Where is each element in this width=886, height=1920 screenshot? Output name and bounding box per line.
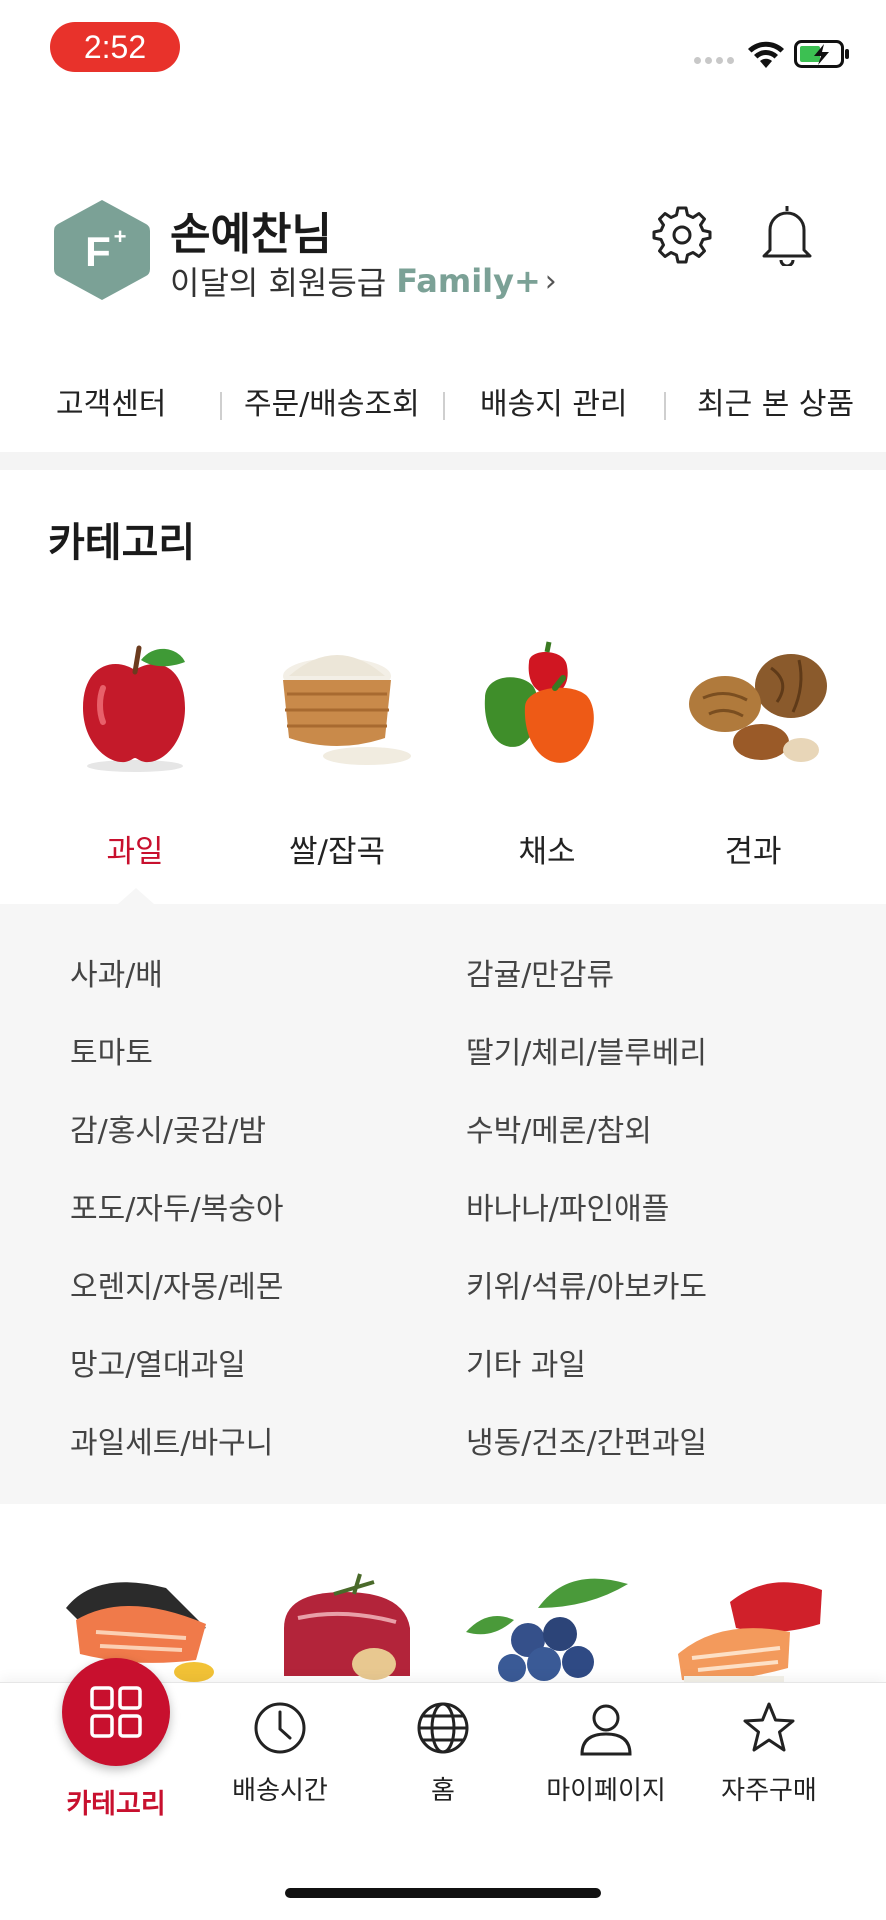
rice-image bbox=[283, 655, 411, 765]
grade-name: Family+ bbox=[396, 262, 541, 300]
subcategory-item[interactable]: 과일세트/바구니 bbox=[70, 1418, 273, 1462]
nav-label: 홈 bbox=[431, 1776, 455, 1806]
wifi-icon bbox=[748, 41, 784, 68]
subcategory-item[interactable]: 감귤/만감류 bbox=[466, 950, 614, 994]
subcategory-item[interactable]: 수박/메론/참외 bbox=[466, 1106, 652, 1150]
category-vegetables[interactable]: 채소 bbox=[462, 638, 632, 871]
status-time: 2:52 bbox=[50, 22, 180, 72]
nav-frequent-purchase[interactable]: 자주구매 bbox=[689, 1700, 849, 1807]
nav-label: 마이페이지 bbox=[546, 1776, 666, 1806]
category-rice-grains[interactable]: 쌀/잡곡 bbox=[252, 638, 422, 871]
subcategory-item[interactable]: 망고/열대과일 bbox=[70, 1340, 246, 1384]
cellular-signal-icon bbox=[694, 57, 734, 64]
apple-image bbox=[83, 645, 185, 772]
category-fruit[interactable]: 과일 bbox=[50, 638, 220, 871]
quick-link-address-management[interactable]: 배송지 관리 bbox=[480, 378, 628, 432]
subcategory-item[interactable]: 키위/석류/아보카도 bbox=[466, 1262, 707, 1306]
subcategory-item[interactable]: 포도/자두/복숭아 bbox=[70, 1184, 283, 1228]
star-icon bbox=[743, 1702, 795, 1752]
subcategory-item[interactable]: 기타 과일 bbox=[466, 1340, 586, 1384]
subcategory-item[interactable]: 감/홍시/곶감/밤 bbox=[70, 1106, 266, 1150]
nuts-image bbox=[689, 654, 827, 762]
nav-home[interactable]: 홈 bbox=[363, 1700, 523, 1807]
globe-icon bbox=[417, 1702, 469, 1754]
category-label: 견과 bbox=[724, 834, 782, 870]
svg-text:F: F bbox=[85, 228, 111, 275]
membership-grade-link[interactable]: 이달의 회원등급 Family+ › bbox=[170, 258, 557, 304]
beef-image[interactable] bbox=[264, 1568, 434, 1688]
status-bar: 2:52 bbox=[0, 0, 886, 90]
battery-icon bbox=[794, 40, 849, 68]
grid-icon bbox=[90, 1686, 142, 1738]
svg-text:+: + bbox=[114, 224, 127, 249]
subcategory-item[interactable]: 토마토 bbox=[70, 1028, 153, 1072]
nav-my-page[interactable]: 마이페이지 bbox=[526, 1700, 686, 1807]
gear-icon[interactable] bbox=[652, 204, 712, 264]
quick-link-recently-viewed[interactable]: 최근 본 상품 bbox=[697, 378, 854, 432]
quick-links-bar: 고객센터 주문/배송조회 배송지 관리 최근 본 상품 bbox=[0, 378, 886, 432]
quick-link-customer-center[interactable]: 고객센터 bbox=[56, 378, 166, 432]
bell-icon[interactable] bbox=[760, 202, 814, 266]
user-name: 손예찬님 bbox=[170, 209, 332, 260]
grade-prefix: 이달의 회원등급 bbox=[170, 264, 387, 302]
quick-link-order-tracking[interactable]: 주문/배송조회 bbox=[244, 378, 420, 432]
sushi-image[interactable] bbox=[670, 1568, 840, 1688]
blueberry-image[interactable] bbox=[458, 1568, 628, 1688]
active-category-pointer bbox=[118, 888, 154, 904]
home-indicator[interactable] bbox=[285, 1888, 601, 1898]
nav-label: 배송시간 bbox=[232, 1776, 328, 1806]
category-label: 과일 bbox=[106, 834, 164, 870]
divider bbox=[220, 392, 222, 420]
category-label: 채소 bbox=[518, 834, 576, 870]
clock-icon bbox=[254, 1702, 306, 1754]
nav-category-button[interactable] bbox=[62, 1658, 170, 1766]
membership-grade-badge[interactable]: F + bbox=[50, 196, 154, 304]
divider bbox=[664, 392, 666, 420]
subcategory-item[interactable]: 딸기/체리/블루베리 bbox=[466, 1028, 707, 1072]
subcategory-item[interactable]: 바나나/파인애플 bbox=[466, 1184, 669, 1228]
nav-label-category[interactable]: 카테고리 bbox=[40, 1782, 192, 1821]
subcategory-item[interactable]: 냉동/건조/간편과일 bbox=[466, 1418, 707, 1462]
divider bbox=[443, 392, 445, 420]
section-divider bbox=[0, 452, 886, 470]
person-icon bbox=[580, 1704, 632, 1756]
subcategory-item[interactable]: 사과/배 bbox=[70, 950, 163, 994]
section-title: 카테고리 bbox=[48, 520, 196, 566]
subcategory-item[interactable]: 오렌지/자몽/레몬 bbox=[70, 1262, 283, 1306]
category-label: 쌀/잡곡 bbox=[288, 834, 385, 870]
peppers-image bbox=[484, 641, 594, 763]
nav-label: 자주구매 bbox=[721, 1776, 817, 1806]
category-nuts[interactable]: 견과 bbox=[668, 638, 838, 871]
chevron-right-icon: › bbox=[544, 263, 557, 299]
nav-delivery-time[interactable]: 배송시간 bbox=[200, 1700, 360, 1807]
